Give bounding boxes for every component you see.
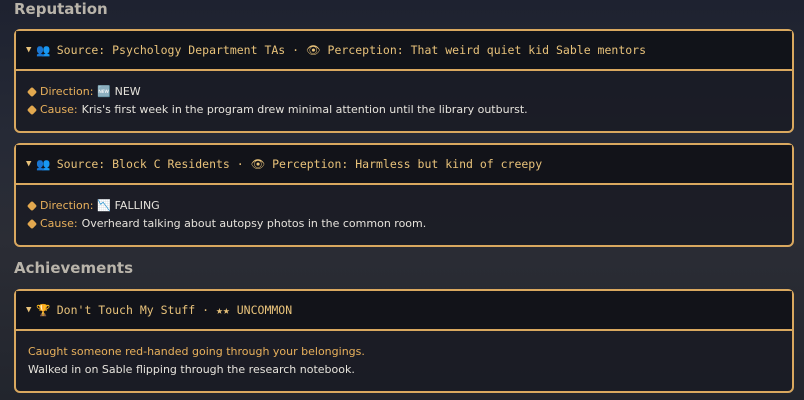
chevron-down-icon[interactable]: ▼ <box>26 305 31 315</box>
reputation-header-text: Source: Block C Residents · 👁 Perception… <box>56 157 543 171</box>
direction-row: Direction: 📉 FALLING <box>26 197 780 215</box>
reputation-card-body: Direction: 🆕 NEW Cause: Kris's first wee… <box>16 71 792 129</box>
cause-label: Cause: <box>40 103 78 116</box>
direction-label: Direction: <box>40 199 94 212</box>
people-icon: 👥 <box>36 157 51 171</box>
bullet-icon <box>26 104 38 116</box>
achievement-detail: Walked in on Sable flipping through the … <box>28 363 355 376</box>
reputation-header-text: Source: Psychology Department TAs · 👁 Pe… <box>56 43 647 57</box>
achievements-section-title: Achievements <box>14 259 134 277</box>
reputation-card-header[interactable]: ▼ 👥 Source: Psychology Department TAs · … <box>16 31 792 71</box>
bullet-icon <box>26 86 38 98</box>
trophy-icon: 🏆 <box>36 303 51 317</box>
cause-row: Cause: Kris's first week in the program … <box>26 101 780 119</box>
achievement-description: Caught someone red-handed going through … <box>28 345 365 358</box>
direction-label: Direction: <box>40 85 94 98</box>
direction-value: 📉 FALLING <box>97 199 160 212</box>
cause-value: Overheard talking about autopsy photos i… <box>81 217 427 230</box>
chevron-down-icon[interactable]: ▼ <box>26 45 31 55</box>
direction-value: 🆕 NEW <box>97 85 141 98</box>
achievement-card-body: Caught someone red-handed going through … <box>16 331 792 389</box>
reputation-section-title: Reputation <box>14 0 108 18</box>
reputation-card: ▼ 👥 Source: Block C Residents · 👁 Percep… <box>14 143 794 247</box>
direction-row: Direction: 🆕 NEW <box>26 83 780 101</box>
achievement-card: ▼ 🏆 Don't Touch My Stuff · ★★ UNCOMMON C… <box>14 289 794 393</box>
cause-value: Kris's first week in the program drew mi… <box>81 103 528 116</box>
bullet-icon <box>26 200 38 212</box>
achievement-header-text: Don't Touch My Stuff · ★★ UNCOMMON <box>56 303 293 317</box>
reputation-card-body: Direction: 📉 FALLING Cause: Overheard ta… <box>16 185 792 243</box>
achievement-card-header[interactable]: ▼ 🏆 Don't Touch My Stuff · ★★ UNCOMMON <box>16 291 792 331</box>
bullet-icon <box>26 218 38 230</box>
cause-label: Cause: <box>40 217 78 230</box>
reputation-card-header[interactable]: ▼ 👥 Source: Block C Residents · 👁 Percep… <box>16 145 792 185</box>
chevron-down-icon[interactable]: ▼ <box>26 159 31 169</box>
people-icon: 👥 <box>36 43 51 57</box>
cause-row: Cause: Overheard talking about autopsy p… <box>26 215 780 233</box>
reputation-card: ▼ 👥 Source: Psychology Department TAs · … <box>14 29 794 133</box>
